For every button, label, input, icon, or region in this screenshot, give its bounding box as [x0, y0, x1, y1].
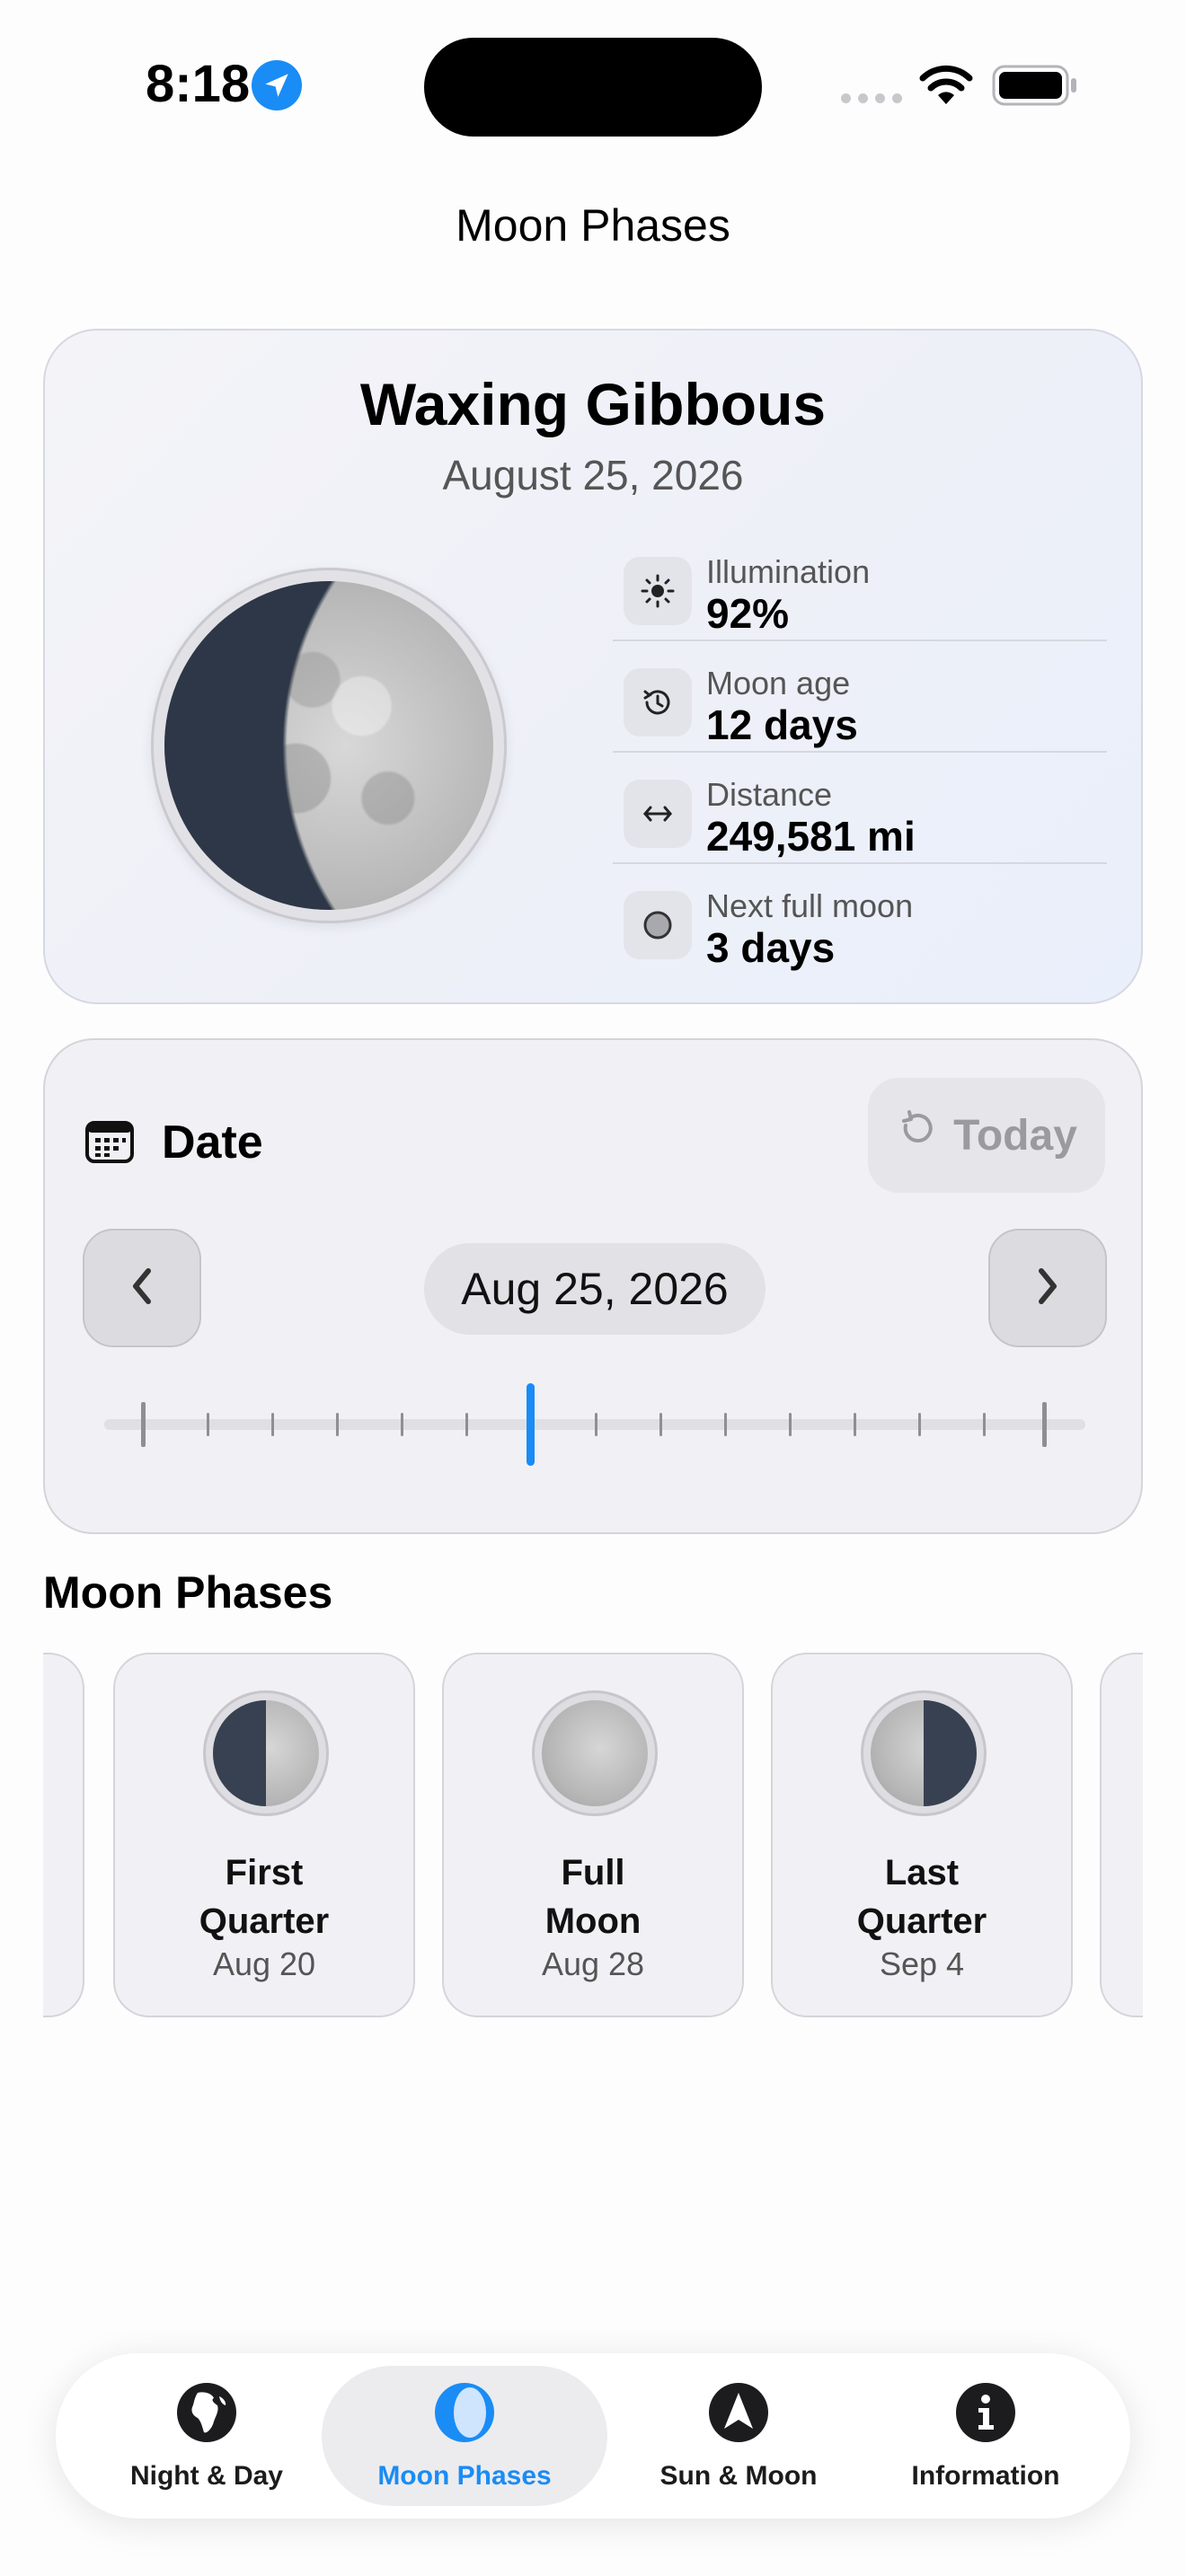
- phase-card-date: Aug 28: [541, 1945, 645, 1982]
- phase-card-first-quarter[interactable]: First Quarter Aug 20: [113, 1653, 415, 2017]
- phase-card-last-quarter[interactable]: Last Quarter Sep 4: [771, 1653, 1073, 2017]
- tab-sun-and-moon[interactable]: Sun & Moon: [613, 2366, 864, 2506]
- info-icon: [953, 2380, 1018, 2452]
- tab-moon-phases[interactable]: Moon Phases: [322, 2366, 607, 2506]
- tab-information[interactable]: Information: [864, 2366, 1107, 2506]
- phase-card-name: Full Moon: [544, 1853, 642, 1941]
- tab-label: Night & Day: [129, 2461, 283, 2491]
- tab-bar: Night & Day Moon Phases Sun & Moon Infor…: [56, 2353, 1130, 2519]
- phase-card[interactable]: [1100, 1653, 1143, 2017]
- phase-card-name: Last Quarter: [856, 1853, 987, 1941]
- phase-card-name: First Quarter: [199, 1853, 330, 1941]
- globe-africa-icon: [174, 2380, 239, 2452]
- phase-card-full-moon[interactable]: Full Moon Aug 28: [442, 1653, 744, 2017]
- tab-night-and-day[interactable]: Night & Day: [92, 2366, 322, 2506]
- tab-label: Information: [911, 2461, 1060, 2491]
- tab-label: Sun & Moon: [659, 2461, 818, 2491]
- phases-carousel[interactable]: First Quarter Aug 20 Full Moon Aug 28 La…: [43, 0, 1143, 2576]
- phase-card-date: Aug 20: [212, 1945, 316, 1982]
- tab-label: Moon Phases: [377, 2461, 552, 2491]
- full-moon-icon: [532, 1690, 658, 1816]
- moon-phase-icon: [432, 2380, 497, 2452]
- first-quarter-moon-icon: [203, 1690, 329, 1816]
- last-quarter-moon-icon: [861, 1690, 987, 1816]
- navigation-arrow-icon: [706, 2380, 771, 2452]
- phase-card-date: Sep 4: [879, 1945, 965, 1982]
- phase-card[interactable]: [43, 1653, 84, 2017]
